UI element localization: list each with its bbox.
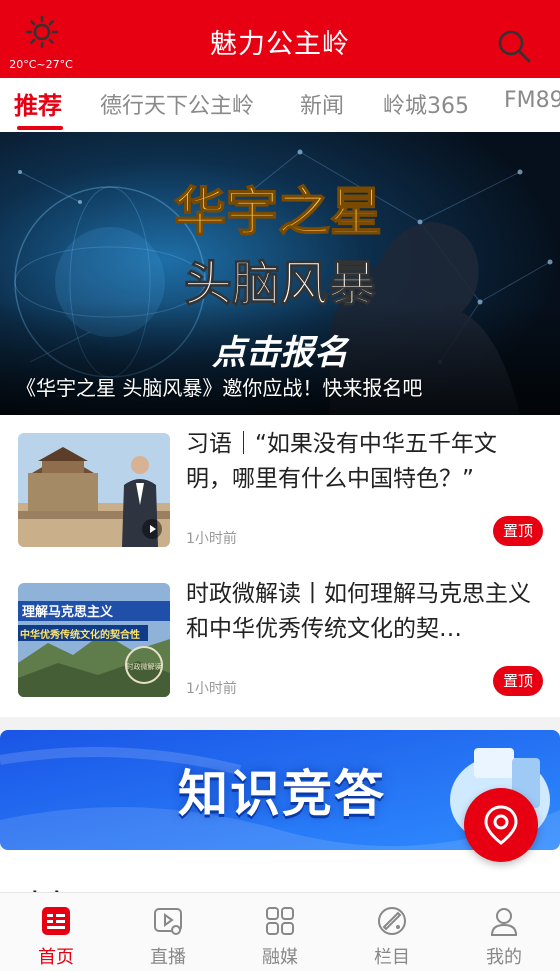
next-section-header: 时政	[0, 850, 560, 892]
news-list: 习语｜“如果没有中华五千年文明，哪里有什么中国特色？” 1小时前 置顶 理解马克…	[0, 415, 560, 717]
tab-recommend[interactable]: 推荐	[14, 86, 62, 121]
nav-columns[interactable]: 栏目	[336, 893, 448, 971]
news-item[interactable]: 习语｜“如果没有中华五千年文明，哪里有什么中国特色？” 1小时前 置顶	[0, 415, 560, 565]
category-tabs: 推荐 德行天下公主岭 新闻 岭城365 FM89	[0, 78, 560, 132]
profile-icon	[490, 908, 518, 936]
tab-fm[interactable]: FM89	[504, 88, 560, 113]
news-title: 习语｜“如果没有中华五千年文明，哪里有什么中国特色？”	[186, 431, 497, 492]
nav-profile[interactable]: 我的	[448, 893, 560, 971]
nav-label: 栏目	[374, 947, 410, 968]
banner-subheadline: 头脑风暴	[184, 256, 376, 312]
news-time: 1小时前	[186, 531, 237, 547]
media-grid-icon	[266, 907, 294, 935]
hero-banner[interactable]: 华宇之星 头脑风暴 点击报名 《华宇之星 头脑风暴》邀你应战！快来报名吧	[0, 132, 560, 415]
banner-headline: 华宇之星	[174, 183, 382, 243]
nav-live[interactable]: 直播	[112, 893, 224, 971]
nav-label: 我的	[486, 947, 522, 968]
weather-temperature: 20°C~27°C	[9, 58, 73, 71]
news-title: 时政微解读丨如何理解马克思主义和中华优秀传统文化的契…	[186, 581, 531, 642]
quiz-title: 知识竞答	[178, 765, 386, 823]
location-pin-icon	[484, 805, 518, 845]
weather-widget[interactable]: 20°C~27°C	[6, 16, 76, 74]
location-button[interactable]	[464, 788, 538, 862]
app-header: 20°C~27°C 魅力公主岭	[0, 0, 560, 78]
pinned-badge: 置顶	[493, 516, 543, 546]
thumb-text: 中华优秀传统文化的契合性	[20, 628, 140, 641]
banner-cta: 点击报名	[212, 333, 350, 373]
tab-dexing[interactable]: 德行天下公主岭	[100, 88, 254, 120]
sun-icon	[26, 16, 58, 48]
column-icon	[378, 907, 406, 935]
nav-home[interactable]: 首页	[0, 893, 112, 971]
nav-label: 首页	[38, 947, 74, 968]
tab-news[interactable]: 新闻	[300, 88, 344, 120]
nav-label: 直播	[150, 947, 186, 968]
play-icon	[142, 519, 162, 539]
nav-label: 融媒	[262, 947, 298, 968]
nav-media[interactable]: 融媒	[224, 893, 336, 971]
search-icon[interactable]	[496, 28, 532, 64]
active-tab-indicator	[17, 126, 63, 130]
news-time: 1小时前	[186, 681, 237, 697]
pinned-badge: 置顶	[493, 666, 543, 696]
news-thumbnail	[18, 433, 170, 547]
live-icon	[154, 908, 182, 935]
app-title: 魅力公主岭	[210, 29, 350, 60]
thumb-text: 理解马克思主义	[22, 604, 114, 620]
tab-lingcheng365[interactable]: 岭城365	[383, 88, 469, 120]
bottom-navigation: 首页 直播 融媒 栏目 我的	[0, 892, 560, 971]
thumb-stamp: 时政微解读	[127, 662, 162, 671]
banner-caption: 《华宇之星 头脑风暴》邀你应战！快来报名吧	[16, 376, 423, 400]
partial-section-title: 时政	[14, 884, 66, 892]
news-thumbnail: 理解马克思主义 中华优秀传统文化的契合性 时政微解读	[18, 583, 170, 697]
news-item[interactable]: 理解马克思主义 中华优秀传统文化的契合性 时政微解读 时政微解读丨如何理解马克思…	[0, 565, 560, 715]
home-icon	[42, 907, 70, 935]
